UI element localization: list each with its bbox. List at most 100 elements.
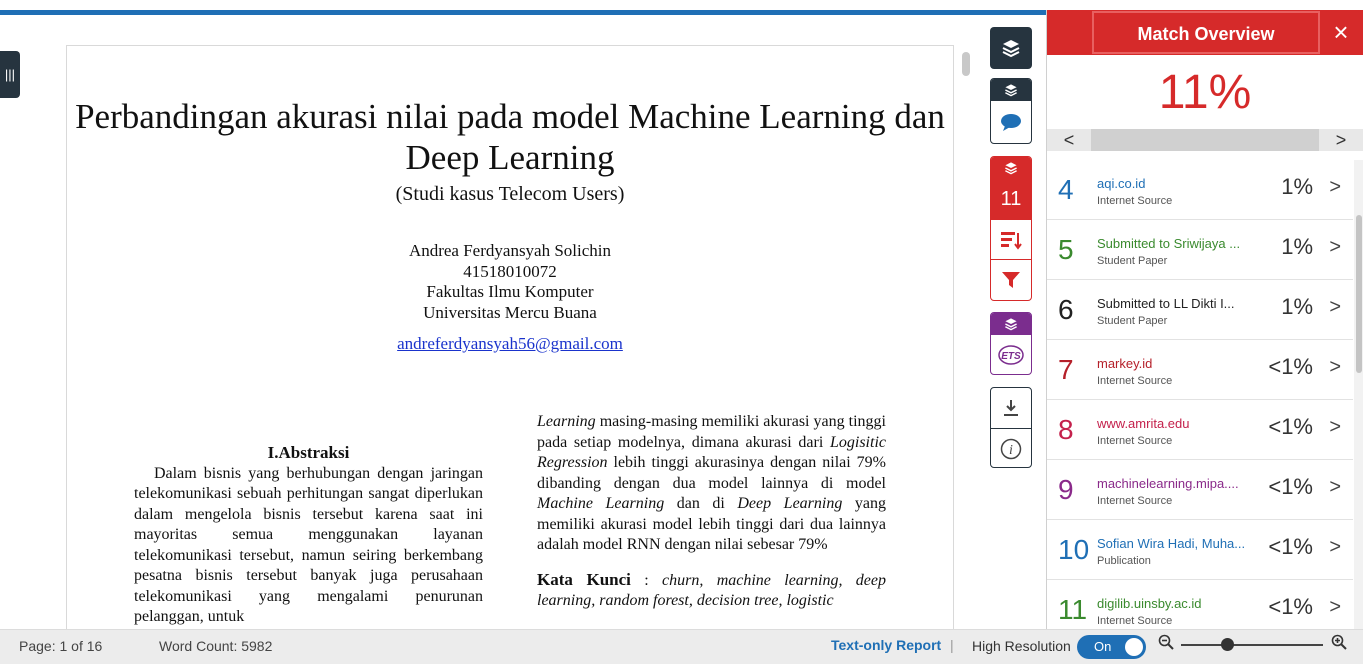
sort-matches-button[interactable]	[991, 219, 1031, 259]
status-bar: Page: 1 of 16 Word Count: 5982 Text-only…	[0, 629, 1363, 664]
svg-text:i: i	[1009, 443, 1013, 458]
source-number: 10	[1058, 534, 1090, 565]
source-type: Internet Source	[1097, 375, 1173, 387]
chevron-right-icon[interactable]: >	[1329, 416, 1341, 439]
tool-column: 11 ETS i	[978, 15, 1046, 629]
pager-next-button[interactable]: >	[1319, 129, 1363, 151]
author-block: Andrea Ferdyansyah Solichin 41518010072 …	[67, 241, 953, 323]
source-name: Submitted to LL Dikti I...	[1097, 296, 1235, 311]
close-icon[interactable]: ×	[1319, 10, 1363, 55]
comments-group	[990, 78, 1032, 144]
italic-term: Machine Learning	[537, 495, 665, 512]
author-email-link[interactable]: andreferdyansyah56@gmail.com	[387, 333, 633, 354]
author-university: Universitas Mercu Buana	[423, 302, 597, 322]
layers-button[interactable]	[990, 27, 1032, 69]
source-row[interactable]: 4 aqi.co.id Internet Source 1% >	[1047, 160, 1353, 220]
right-column: Learning masing-masing memiliki akurasi …	[537, 412, 886, 626]
source-number: 9	[1058, 474, 1074, 505]
source-type: Student Paper	[1097, 315, 1168, 327]
source-number: 5	[1058, 234, 1074, 265]
source-list: 4 aqi.co.id Internet Source 1% >5 Submitted t…	[1047, 160, 1353, 629]
toggle-knob	[1125, 638, 1143, 656]
chevron-right-icon[interactable]: >	[1329, 176, 1341, 199]
source-number: 7	[1058, 354, 1074, 385]
source-row[interactable]: 9 machinelearning.mipa.... Internet Source…	[1047, 460, 1353, 520]
source-type: Internet Source	[1097, 195, 1173, 207]
pager-prev-button[interactable]: <	[1047, 129, 1091, 151]
source-row[interactable]: 8 www.amrita.edu Internet Source <1% >	[1047, 400, 1353, 460]
match-overview-panel: Match Overview × 11% < > 4 aqi.co.id Inter…	[1046, 10, 1363, 629]
source-row[interactable]: 6 Submitted to LL Dikti I... Student Paper…	[1047, 280, 1353, 340]
source-number: 11	[1058, 594, 1088, 625]
zoom-slider-handle[interactable]	[1221, 638, 1234, 651]
italic-term: Learning	[537, 413, 596, 430]
keywords-separator: :	[630, 571, 663, 589]
source-type: Student Paper	[1097, 255, 1168, 267]
ets-layer-header[interactable]	[991, 313, 1031, 335]
source-number: 8	[1058, 414, 1074, 445]
keywords-paragraph: Kata Kunci : churn, machine learning, de…	[537, 570, 886, 612]
source-row[interactable]: 5 Submitted to Sriwijaya ... Student Paper…	[1047, 220, 1353, 280]
download-button[interactable]	[991, 388, 1031, 428]
layers-icon	[1005, 84, 1017, 97]
zoom-in-icon[interactable]	[1331, 634, 1347, 653]
info-button[interactable]: i	[991, 428, 1031, 467]
chevron-right-icon[interactable]: >	[1329, 536, 1341, 559]
source-percent: 1%	[1281, 174, 1313, 199]
panel-scrollbar[interactable]	[1354, 160, 1363, 629]
source-row[interactable]: 7 markey.id Internet Source <1% >	[1047, 340, 1353, 400]
italic-term: Deep Learning	[737, 495, 843, 512]
status-separator: |	[950, 637, 954, 653]
similarity-layer-header[interactable]	[991, 157, 1031, 179]
source-percent: <1%	[1268, 354, 1313, 379]
abstract-text: Dalam bisnis yang berhubungan dengan jar…	[134, 464, 483, 626]
app-window: { "document": { "title": "Perbandingan a…	[0, 0, 1363, 664]
author-name: Andrea Ferdyansyah Solichin	[408, 241, 612, 260]
sort-list-icon	[1001, 231, 1022, 250]
chevron-right-icon[interactable]: >	[1329, 356, 1341, 379]
document-title: Perbandingan akurasi nilai pada model Ma…	[75, 97, 945, 177]
viewer-scrollbar[interactable]	[962, 52, 970, 76]
source-row[interactable]: 10 Sofian Wira Hadi, Muha... Publication <1…	[1047, 520, 1353, 580]
source-percent: 1%	[1281, 294, 1313, 319]
comments-layer-header[interactable]	[991, 79, 1031, 101]
high-resolution-label: High Resolution	[972, 638, 1071, 654]
zoom-slider-track[interactable]	[1181, 644, 1323, 646]
source-name: www.amrita.edu	[1097, 416, 1190, 431]
text-only-report-link[interactable]: Text-only Report	[831, 637, 941, 653]
layers-icon	[1002, 40, 1020, 58]
page-indicator: Page: 1 of 16	[19, 638, 103, 654]
high-resolution-toggle[interactable]: On	[1077, 635, 1146, 659]
filter-button[interactable]	[991, 259, 1031, 299]
comments-button[interactable]	[991, 101, 1031, 143]
source-name: aqi.co.id	[1097, 176, 1146, 191]
source-percent: 1%	[1281, 234, 1313, 259]
chevron-right-icon[interactable]: >	[1329, 596, 1341, 619]
chevron-right-icon[interactable]: >	[1329, 296, 1341, 319]
source-number: 6	[1058, 294, 1074, 325]
document-subtitle: (Studi kasus Telecom Users)	[395, 183, 625, 205]
ets-group: ETS	[990, 312, 1032, 375]
zoom-out-icon[interactable]	[1158, 634, 1174, 653]
ets-logo-icon: ETS	[998, 344, 1024, 365]
source-row[interactable]: 11 digilib.uinsby.ac.id Internet Source <1%…	[1047, 580, 1353, 629]
panel-scrollbar-thumb[interactable]	[1356, 215, 1362, 373]
similarity-group: 11	[990, 156, 1032, 301]
source-number: 4	[1058, 174, 1074, 205]
comment-bubble-icon	[1001, 114, 1021, 131]
ets-button[interactable]: ETS	[991, 335, 1031, 374]
document-viewer[interactable]: ||| Perbandingan akurasi nilai pada mode…	[0, 15, 978, 629]
source-percent: <1%	[1268, 474, 1313, 499]
source-type: Internet Source	[1097, 615, 1173, 627]
svg-text:ETS: ETS	[1001, 351, 1021, 362]
sidebar-toggle-handle[interactable]: |||	[0, 51, 20, 98]
similarity-count-button[interactable]: 11	[991, 179, 1031, 219]
source-type: Internet Source	[1097, 495, 1173, 507]
panel-header: Match Overview ×	[1047, 10, 1363, 55]
chevron-right-icon[interactable]: >	[1329, 236, 1341, 259]
source-name: digilib.uinsby.ac.id	[1097, 596, 1202, 611]
abstract-continuation: Learning masing-masing memiliki akurasi …	[537, 412, 886, 556]
similarity-score: 11%	[1158, 66, 1252, 119]
chevron-right-icon[interactable]: >	[1329, 476, 1341, 499]
layers-icon	[1005, 162, 1017, 175]
